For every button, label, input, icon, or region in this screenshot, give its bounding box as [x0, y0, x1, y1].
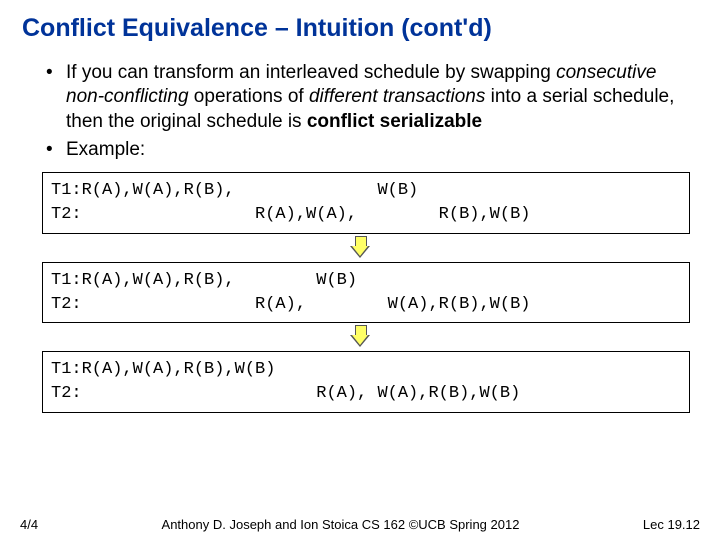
footer: 4/4 Anthony D. Joseph and Ion Stoica CS …	[0, 517, 720, 532]
down-arrow-icon	[351, 325, 369, 347]
bullet-1-text-c: operations of	[189, 86, 309, 107]
footer-right: Lec 19.12	[643, 517, 700, 532]
box2-line1: T1:R(A),W(A),R(B), W(B)	[51, 271, 357, 290]
bullet-1: If you can transform an interleaved sche…	[66, 61, 698, 134]
box1-line2: T2: R(A),W(A), R(B),W(B)	[51, 205, 530, 224]
bullet-1-text-a: If you can transform an interleaved sche…	[66, 62, 556, 83]
box3-line2: T2: R(A), W(A),R(B),W(B)	[51, 384, 520, 403]
schedule-box-2: T1:R(A),W(A),R(B), W(B) T2: R(A), W(A),R…	[42, 262, 690, 324]
down-arrow-icon	[351, 236, 369, 258]
footer-left: 4/4	[20, 517, 38, 532]
footer-center: Anthony D. Joseph and Ion Stoica CS 162 …	[162, 517, 520, 532]
bullet-list: If you can transform an interleaved sche…	[22, 61, 698, 162]
schedule-box-1: T1:R(A),W(A),R(B), W(B) T2: R(A),W(A), R…	[42, 172, 690, 234]
bullet-1-italic-2: different transactions	[309, 86, 485, 107]
arrow-1-wrap	[22, 234, 698, 262]
schedule-box-3: T1:R(A),W(A),R(B),W(B) T2: R(A), W(A),R(…	[42, 351, 690, 413]
bullet-2: Example:	[66, 138, 698, 162]
box1-line1: T1:R(A),W(A),R(B), W(B)	[51, 181, 418, 200]
bullet-1-bold: conflict serializable	[307, 111, 482, 132]
box2-line2: T2: R(A), W(A),R(B),W(B)	[51, 295, 530, 314]
slide: Conflict Equivalence – Intuition (cont'd…	[0, 0, 720, 540]
slide-title: Conflict Equivalence – Intuition (cont'd…	[22, 14, 698, 43]
arrow-2-wrap	[22, 323, 698, 351]
box3-line1: T1:R(A),W(A),R(B),W(B)	[51, 360, 275, 379]
